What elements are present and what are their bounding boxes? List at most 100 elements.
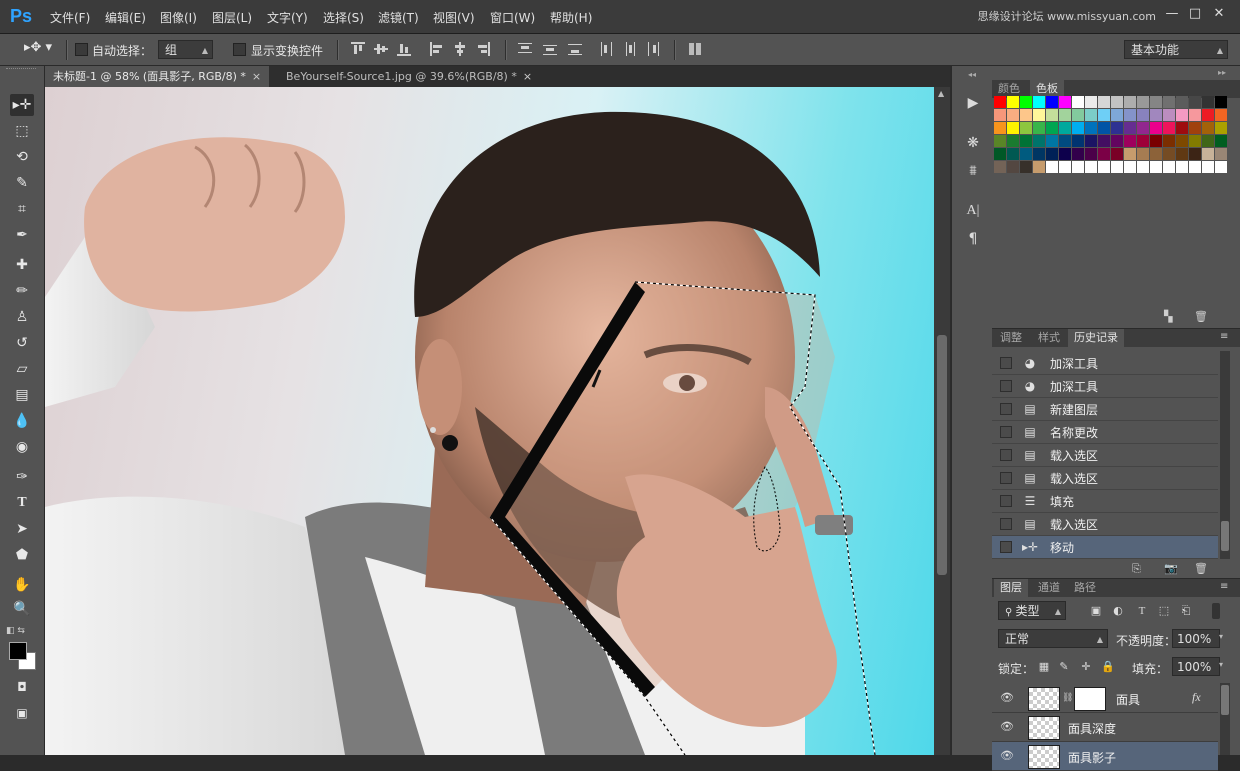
color-swatch[interactable]: [1124, 109, 1136, 121]
close-tab-icon[interactable]: ×: [252, 70, 261, 83]
color-swatch[interactable]: [1189, 148, 1201, 160]
color-swatch[interactable]: [1124, 148, 1136, 160]
color-swatch[interactable]: [1085, 161, 1097, 173]
color-swatch[interactable]: [1007, 96, 1019, 108]
auto-select-dropdown[interactable]: 组 ▲: [158, 40, 213, 59]
color-swatch[interactable]: [1176, 135, 1188, 147]
layer-effects-icon[interactable]: fx: [1192, 690, 1201, 705]
color-swatch[interactable]: [1137, 135, 1149, 147]
layer-mask-thumbnail[interactable]: [1074, 687, 1106, 711]
color-swatch[interactable]: [1202, 161, 1214, 173]
color-swatch[interactable]: [1020, 148, 1032, 160]
clone-stamp-tool-icon[interactable]: ♙: [10, 306, 34, 328]
color-swatch[interactable]: [1046, 148, 1058, 160]
default-colors-icon[interactable]: ◧ ⇆: [6, 626, 25, 636]
color-swatch[interactable]: [1124, 96, 1136, 108]
close-window-icon[interactable]: ✕: [1210, 6, 1228, 22]
color-swatch[interactable]: [1150, 109, 1162, 121]
distribute-vcenter-icon[interactable]: [543, 42, 557, 56]
color-swatch[interactable]: [1189, 161, 1201, 173]
eraser-tool-icon[interactable]: ▱: [10, 358, 34, 380]
color-swatch[interactable]: [1046, 161, 1058, 173]
layer-row[interactable]: 👁 面具深度: [992, 713, 1218, 742]
history-item[interactable]: ◕ 加深工具: [992, 375, 1218, 398]
filter-shape-icon[interactable]: ⬚: [1156, 603, 1172, 619]
color-swatch[interactable]: [1189, 109, 1201, 121]
distribute-right-icon[interactable]: [646, 42, 660, 56]
distribute-left-icon[interactable]: [600, 42, 614, 56]
auto-align-icon[interactable]: [688, 42, 702, 56]
hand-tool-icon[interactable]: ✋: [10, 574, 34, 596]
color-swatch[interactable]: [1085, 135, 1097, 147]
lock-transparency-icon[interactable]: ▦: [1036, 659, 1052, 675]
color-swatch[interactable]: [1150, 96, 1162, 108]
color-swatch[interactable]: [1176, 148, 1188, 160]
color-swatch[interactable]: [1072, 135, 1084, 147]
color-swatch[interactable]: [1215, 122, 1227, 134]
color-swatch[interactable]: [1033, 135, 1045, 147]
color-swatch[interactable]: [1202, 135, 1214, 147]
color-swatch[interactable]: [1176, 122, 1188, 134]
dodge-tool-icon[interactable]: ◉: [10, 436, 34, 458]
layer-row-selected[interactable]: 👁 面具影子: [992, 742, 1218, 771]
color-swatch[interactable]: [1124, 122, 1136, 134]
show-transform-checkbox[interactable]: [233, 43, 246, 56]
delete-swatch-icon[interactable]: 🗑: [1194, 310, 1208, 323]
color-swatch[interactable]: [1007, 109, 1019, 121]
color-swatch[interactable]: [1072, 109, 1084, 121]
document-canvas[interactable]: [45, 87, 934, 755]
menu-select[interactable]: 选择(S): [323, 9, 364, 26]
color-swatch[interactable]: [1098, 122, 1110, 134]
color-swatch[interactable]: [1085, 96, 1097, 108]
filter-adjustment-icon[interactable]: ◐: [1110, 603, 1126, 619]
color-swatch[interactable]: [1137, 109, 1149, 121]
swatch-grid[interactable]: [994, 96, 1227, 173]
color-swatch[interactable]: [1163, 148, 1175, 160]
color-swatch[interactable]: [1085, 122, 1097, 134]
workspace-dropdown[interactable]: 基本功能 ▲: [1124, 40, 1228, 59]
character-panel-icon[interactable]: A|: [962, 200, 984, 222]
distribute-bottom-icon[interactable]: [568, 42, 582, 56]
fill-input[interactable]: 100%: [1172, 657, 1220, 676]
color-swatch[interactable]: [1046, 96, 1058, 108]
color-swatch[interactable]: [1033, 161, 1045, 173]
dock-expand-icon[interactable]: ◂◂: [968, 70, 976, 79]
quick-select-tool-icon[interactable]: ✎: [10, 172, 34, 194]
color-swatch[interactable]: [1111, 109, 1123, 121]
menu-view[interactable]: 视图(V): [433, 9, 475, 26]
snapshot-icon[interactable]: 📷: [1164, 562, 1178, 575]
color-swatch[interactable]: [1085, 109, 1097, 121]
color-swatch[interactable]: [1111, 96, 1123, 108]
history-item[interactable]: ▤ 名称更改: [992, 421, 1218, 444]
align-right-icon[interactable]: [476, 42, 490, 56]
tab-channels[interactable]: 通道: [1032, 579, 1066, 597]
eyedropper-tool-icon[interactable]: ✒: [10, 224, 34, 246]
color-swatch[interactable]: [1176, 96, 1188, 108]
panel-collapse-icon[interactable]: ▸▸: [1218, 68, 1226, 77]
brush-presets-icon[interactable]: ❋: [962, 132, 984, 154]
visibility-eye-icon[interactable]: 👁: [1000, 720, 1014, 733]
color-swatch[interactable]: [1046, 122, 1058, 134]
screen-mode-icon[interactable]: ▣: [10, 702, 34, 724]
color-swatch[interactable]: [1072, 122, 1084, 134]
visibility-eye-icon[interactable]: 👁: [1000, 749, 1014, 762]
color-swatch[interactable]: [1215, 148, 1227, 160]
color-swatch[interactable]: [1072, 96, 1084, 108]
color-swatch[interactable]: [994, 122, 1006, 134]
blend-mode-dropdown[interactable]: 正常 ▲: [998, 629, 1108, 648]
color-swatch[interactable]: [1098, 96, 1110, 108]
color-swatch[interactable]: [1020, 161, 1032, 173]
auto-select-checkbox[interactable]: [75, 43, 88, 56]
path-select-tool-icon[interactable]: ➤: [10, 518, 34, 540]
color-swatch[interactable]: [1059, 109, 1071, 121]
menu-image[interactable]: 图像(I): [160, 9, 197, 26]
delete-state-icon[interactable]: 🗑: [1194, 562, 1208, 575]
color-swatch[interactable]: [1020, 109, 1032, 121]
color-swatch[interactable]: [1059, 96, 1071, 108]
color-swatch[interactable]: [1046, 109, 1058, 121]
lasso-tool-icon[interactable]: ⟲: [10, 146, 34, 168]
color-swatch[interactable]: [1098, 148, 1110, 160]
color-swatch[interactable]: [1111, 161, 1123, 173]
color-swatch[interactable]: [1033, 148, 1045, 160]
blur-tool-icon[interactable]: 💧: [10, 410, 34, 432]
